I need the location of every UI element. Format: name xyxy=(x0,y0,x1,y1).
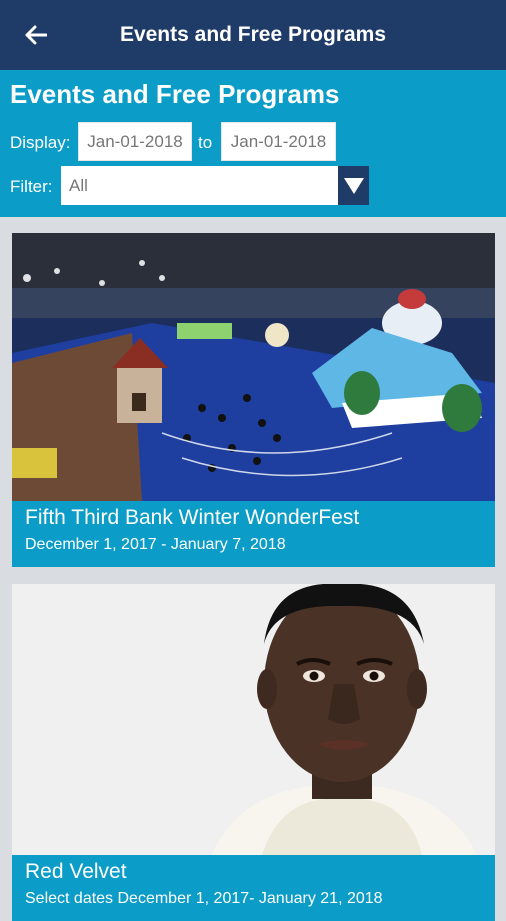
event-dates: Select dates December 1, 2017- January 2… xyxy=(25,890,383,907)
display-label: Display: xyxy=(10,133,71,152)
to-label: to xyxy=(198,133,213,152)
event-card[interactable]: Red Velvet Select dates December 1, 2017… xyxy=(12,584,495,921)
event-image-winter-wonderfest xyxy=(12,233,495,501)
event-image-red-velvet xyxy=(12,584,495,855)
date-from-field[interactable]: Jan-01-2018 xyxy=(78,122,192,161)
event-dates: December 1, 2017 - January 7, 2018 xyxy=(25,536,286,553)
page-title: Events and Free Programs xyxy=(10,79,340,109)
event-title: Red Velvet xyxy=(25,860,127,883)
triangle-down-icon xyxy=(343,177,364,194)
back-button[interactable] xyxy=(18,17,54,53)
filter-dropdown-button[interactable] xyxy=(338,166,369,205)
filter-select[interactable]: All xyxy=(61,166,338,205)
arrow-left-icon xyxy=(25,25,47,45)
date-to-field[interactable]: Jan-01-2018 xyxy=(221,122,336,161)
event-card[interactable]: Fifth Third Bank Winter WonderFest Decem… xyxy=(12,233,495,567)
app-bar-title: Events and Free Programs xyxy=(119,23,387,46)
app-bar: Events and Free Programs xyxy=(0,0,506,70)
filter-label: Filter: xyxy=(10,177,53,196)
filter-panel: Events and Free Programs Display: Jan-01… xyxy=(0,70,506,217)
event-title: Fifth Third Bank Winter WonderFest xyxy=(25,506,360,529)
event-caption: Fifth Third Bank Winter WonderFest Decem… xyxy=(12,501,495,567)
event-caption: Red Velvet Select dates December 1, 2017… xyxy=(12,855,495,921)
